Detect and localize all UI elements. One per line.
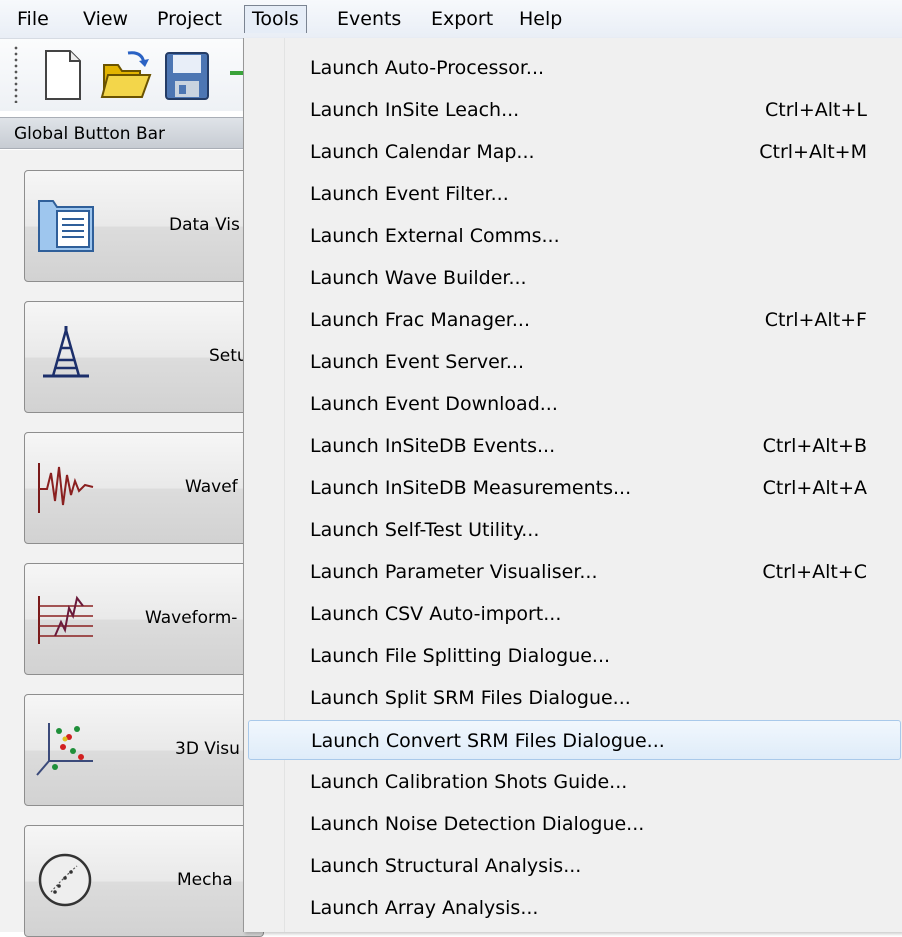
menu-item-shortcut: Ctrl+Alt+B xyxy=(762,435,867,457)
menu-item-csv-auto-import[interactable]: Launch CSV Auto-import... xyxy=(248,594,901,634)
menu-item-frac-manager[interactable]: Launch Frac Manager... Ctrl+Alt+F xyxy=(248,300,901,340)
waveform-icon xyxy=(38,463,94,513)
tools-dropdown-menu: Launch Auto-Processor... Launch InSite L… xyxy=(243,38,902,932)
toolbar-partial-icon xyxy=(230,71,244,75)
menu-item-label: Launch Auto-Processor... xyxy=(310,57,545,79)
open-folder-button[interactable] xyxy=(98,45,154,105)
menu-item-auto-processor[interactable]: Launch Auto-Processor... xyxy=(248,48,901,88)
menu-events[interactable]: Events xyxy=(330,5,408,33)
menu-item-split-srm-files-dialogue[interactable]: Launch Split SRM Files Dialogue... xyxy=(248,678,901,718)
menu-item-label: Launch CSV Auto-import... xyxy=(310,603,562,625)
menu-item-label: Launch Frac Manager... xyxy=(310,309,530,331)
3d-visualiser-button[interactable]: 3D Visu xyxy=(24,694,264,806)
drilling-rig-icon xyxy=(43,326,89,378)
menu-export[interactable]: Export xyxy=(424,5,500,33)
menu-item-event-download[interactable]: Launch Event Download... xyxy=(248,384,901,424)
menu-item-insitedb-events[interactable]: Launch InSiteDB Events... Ctrl+Alt+B xyxy=(248,426,901,466)
menu-item-label: Launch Array Analysis... xyxy=(310,897,539,919)
menu-item-shortcut: Ctrl+Alt+L xyxy=(765,99,867,121)
menu-file[interactable]: File xyxy=(10,5,56,33)
menu-item-label: Launch Structural Analysis... xyxy=(310,855,582,877)
menu-item-label: Launch Split SRM Files Dialogue... xyxy=(310,687,631,709)
data-vis-button[interactable]: Data Vis xyxy=(24,170,264,282)
menu-item-shortcut: Ctrl+Alt+M xyxy=(759,141,867,163)
save-disk-icon xyxy=(165,52,209,100)
menu-item-array-analysis[interactable]: Launch Array Analysis... xyxy=(248,888,901,928)
menu-item-calibration-shots-guide[interactable]: Launch Calibration Shots Guide... xyxy=(248,762,901,802)
menu-item-label: Launch Calendar Map... xyxy=(310,141,535,163)
menu-project[interactable]: Project xyxy=(150,5,229,33)
3d-visualiser-label: 3D Visu xyxy=(175,739,240,759)
menu-item-parameter-visualiser[interactable]: Launch Parameter Visualiser... Ctrl+Alt+… xyxy=(248,552,901,592)
folder-document-icon xyxy=(38,200,94,252)
mechanism-button[interactable]: Mecha xyxy=(24,825,264,937)
menu-item-label: Launch InSiteDB Measurements... xyxy=(310,477,632,499)
menu-item-event-filter[interactable]: Launch Event Filter... xyxy=(248,174,901,214)
menu-item-insite-leach[interactable]: Launch InSite Leach... Ctrl+Alt+L xyxy=(248,90,901,130)
menu-item-convert-srm-files-dialogue[interactable]: Launch Convert SRM Files Dialogue... xyxy=(248,720,901,760)
menu-item-label: Launch Convert SRM Files Dialogue... xyxy=(311,730,665,752)
toolbar xyxy=(0,39,245,111)
menu-item-label: Launch InSiteDB Events... xyxy=(310,435,556,457)
menu-item-noise-detection-dialogue[interactable]: Launch Noise Detection Dialogue... xyxy=(248,804,901,844)
menu-item-insitedb-measurements[interactable]: Launch InSiteDB Measurements... Ctrl+Alt… xyxy=(248,468,901,508)
waveform-button[interactable]: Wavef xyxy=(24,432,264,544)
global-button-bar: Data Vis Setu Wavef Waveform- 3D Visu Me… xyxy=(0,150,264,937)
global-button-bar-title: Global Button Bar xyxy=(0,117,245,149)
multi-waveform-icon xyxy=(38,595,93,644)
mechanism-label: Mecha xyxy=(177,870,233,890)
menu-item-calendar-map[interactable]: Launch Calendar Map... Ctrl+Alt+M xyxy=(248,132,901,172)
menu-item-event-server[interactable]: Launch Event Server... xyxy=(248,342,901,382)
menu-item-label: Launch Noise Detection Dialogue... xyxy=(310,813,645,835)
menu-item-label: Launch External Comms... xyxy=(310,225,560,247)
menu-item-label: Launch File Splitting Dialogue... xyxy=(310,645,611,667)
menu-item-structural-analysis[interactable]: Launch Structural Analysis... xyxy=(248,846,901,886)
new-document-icon xyxy=(45,50,81,100)
menu-item-label: Launch Event Filter... xyxy=(310,183,509,205)
menu-item-external-comms[interactable]: Launch External Comms... xyxy=(248,216,901,256)
stereonet-icon xyxy=(38,853,92,907)
menu-tools[interactable]: Tools xyxy=(244,5,307,33)
waveform-multi-button[interactable]: Waveform- xyxy=(24,563,264,675)
new-document-button[interactable] xyxy=(36,45,92,105)
waveform-label: Wavef xyxy=(185,477,238,497)
scatter-3d-icon xyxy=(36,723,93,776)
save-button[interactable] xyxy=(160,45,216,105)
waveform-multi-label: Waveform- xyxy=(145,608,238,628)
menu-item-shortcut: Ctrl+Alt+F xyxy=(764,309,867,331)
menu-item-label: Launch InSite Leach... xyxy=(310,99,520,121)
menu-item-self-test-utility[interactable]: Launch Self-Test Utility... xyxy=(248,510,901,550)
menu-item-label: Launch Event Server... xyxy=(310,351,524,373)
menu-item-file-splitting-dialogue[interactable]: Launch File Splitting Dialogue... xyxy=(248,636,901,676)
menu-item-shortcut: Ctrl+Alt+C xyxy=(762,561,867,583)
menu-item-label: Launch Calibration Shots Guide... xyxy=(310,771,628,793)
menu-item-label: Launch Wave Builder... xyxy=(310,267,527,289)
menu-view[interactable]: View xyxy=(76,5,135,33)
menu-item-label: Launch Self-Test Utility... xyxy=(310,519,540,541)
menu-help[interactable]: Help xyxy=(512,5,569,33)
menu-item-shortcut: Ctrl+Alt+A xyxy=(762,477,867,499)
menu-bar: File View Project Tools Events Export He… xyxy=(0,0,902,39)
menu-item-label: Launch Parameter Visualiser... xyxy=(310,561,598,583)
toolbar-grip[interactable] xyxy=(14,45,18,103)
setup-button[interactable]: Setu xyxy=(24,301,264,413)
menu-item-wave-builder[interactable]: Launch Wave Builder... xyxy=(248,258,901,298)
data-vis-label: Data Vis xyxy=(169,215,240,235)
menu-item-label: Launch Event Download... xyxy=(310,393,558,415)
setup-label: Setu xyxy=(209,346,248,366)
open-folder-icon xyxy=(100,51,152,98)
